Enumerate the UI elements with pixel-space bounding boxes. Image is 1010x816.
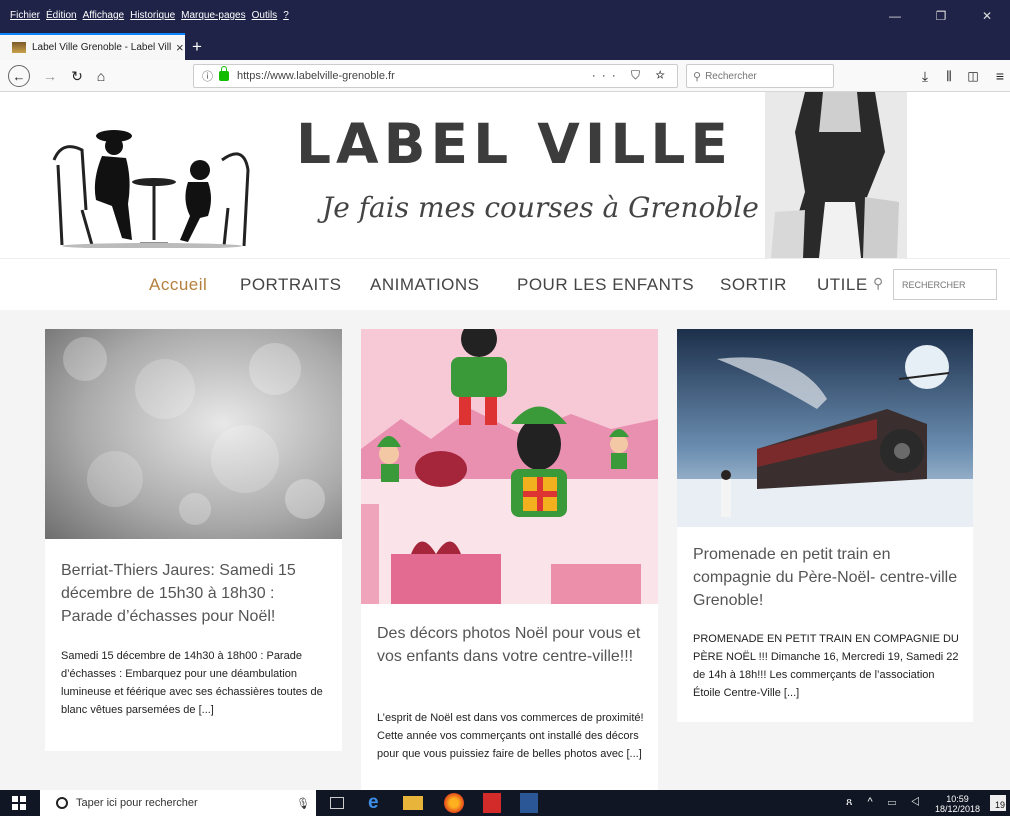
nav-pour-les-enfants[interactable]: POUR LES ENFANTS [517, 275, 694, 295]
firefox-icon[interactable] [444, 793, 464, 813]
back-button[interactable]: ← [8, 65, 30, 87]
web-page: LABEL VILLE Je fais mes courses à Grenob… [0, 92, 1010, 790]
hamburger-menu-icon[interactable]: ≡ [993, 65, 1007, 87]
forward-button[interactable]: → [40, 65, 60, 87]
post-image-1[interactable] [45, 329, 342, 539]
menu-outils[interactable]: Outils [252, 10, 278, 21]
library-icon[interactable]: ⫼ [940, 65, 958, 87]
shopping-woman-image [765, 92, 907, 258]
post-excerpt-3: PROMENADE EN PETIT TRAIN EN COMPAGNIE DU… [693, 633, 959, 699]
info-icon[interactable]: ⓘ [202, 68, 213, 84]
start-button[interactable] [0, 790, 38, 816]
post-card-3[interactable]: Promenade en petit train en compagnie du… [677, 329, 973, 722]
cafe-logo-image [52, 130, 250, 248]
post-image-3[interactable] [677, 329, 973, 527]
windows-taskbar: Taper ici pour rechercher 🎙 e ጸ ^ ▭ ◁ 10… [0, 790, 1010, 816]
url-bar[interactable]: ⓘ https://www.labelville-grenoble.fr ···… [193, 64, 678, 88]
clock-date: 18/12/2018 [934, 804, 980, 814]
acrobat-icon[interactable] [483, 793, 501, 813]
site-search-input[interactable] [893, 269, 997, 300]
menu-help[interactable]: ? [283, 10, 289, 21]
restore-icon[interactable]: ❐ [918, 0, 964, 32]
edge-icon[interactable]: e [368, 793, 388, 813]
post-card-2[interactable]: Des décors photos Noël pour vous et vos … [361, 329, 658, 790]
new-tab-button[interactable]: + [192, 37, 202, 57]
notification-count: 19 [994, 800, 1005, 810]
page-actions[interactable]: ··· ⛉ ☆ [592, 68, 671, 83]
post-excerpt-2: L’esprit de Noël est dans vos commerces … [377, 712, 644, 760]
clock-time: 10:59 [946, 794, 969, 804]
browser-search-input[interactable] [705, 70, 826, 82]
post-title-3[interactable]: Promenade en petit train en compagnie du… [693, 543, 958, 612]
windows-logo-icon [12, 796, 26, 810]
close-window-icon[interactable]: ✕ [964, 0, 1010, 32]
url-text[interactable]: https://www.labelville-grenoble.fr [237, 70, 395, 82]
cortana-icon [56, 797, 68, 809]
site-favicon-icon [12, 42, 26, 53]
nav-accueil[interactable]: Accueil [149, 275, 207, 295]
post-excerpt-1: Samedi 15 décembre de 14h30 à 18h00 : Pa… [61, 650, 323, 716]
post-title-2[interactable]: Des décors photos Noël pour vous et vos … [377, 622, 642, 668]
download-icon[interactable]: ⤓ [916, 65, 934, 87]
browser-search[interactable]: ⚲ [686, 64, 834, 88]
nav-portraits[interactable]: PORTRAITS [240, 275, 341, 295]
menu-marque-pages[interactable]: Marque-pages [181, 10, 245, 21]
reload-button[interactable]: ↻ [68, 65, 86, 87]
menu-fichier[interactable]: Fichier [10, 10, 40, 21]
site-title: LABEL VILLE [296, 112, 733, 176]
nav-toolbar: ← → ↻ ⌂ ⓘ https://www.labelville-grenobl… [0, 60, 1010, 92]
menu-bar: Fichier Édition Affichage Historique Mar… [0, 0, 1010, 32]
site-nav: Accueil PORTRAITS ANIMATIONS POUR LES EN… [0, 258, 1010, 310]
search-icon: ⚲ [693, 70, 702, 83]
file-explorer-icon[interactable] [403, 796, 423, 810]
word-icon[interactable] [520, 793, 538, 813]
home-button[interactable]: ⌂ [92, 65, 110, 87]
sidebar-icon[interactable]: ◫ [964, 65, 982, 87]
mic-icon[interactable]: 🎙 [296, 797, 310, 810]
taskbar-search-placeholder[interactable]: Taper ici pour rechercher [76, 797, 198, 809]
nav-utile[interactable]: UTILE [817, 275, 868, 295]
tab-label-ville[interactable]: Label Ville Grenoble - Label Vill × [0, 33, 185, 60]
nav-animations[interactable]: ANIMATIONS [370, 275, 480, 295]
lock-icon[interactable] [219, 66, 229, 81]
post-title-1[interactable]: Berriat-Thiers Jaures: Samedi 15 décembr… [61, 559, 326, 628]
menu-affichage[interactable]: Affichage [83, 10, 125, 21]
notification-icon[interactable]: 19 [990, 795, 1006, 811]
nav-sortir[interactable]: SORTIR [720, 275, 787, 295]
tab-title: Label Ville Grenoble - Label Vill [32, 42, 172, 53]
system-tray-icons[interactable]: ጸ ^ ▭ ◁ [846, 796, 926, 809]
site-subtitle: Je fais mes courses à Grenoble [322, 191, 759, 224]
menu-historique[interactable]: Historique [130, 10, 175, 21]
tab-close-icon[interactable]: × [176, 40, 184, 55]
post-image-2[interactable] [361, 329, 658, 604]
menu-edition[interactable]: Édition [46, 10, 77, 21]
clock[interactable]: 10:59 18/12/2018 [935, 794, 980, 814]
post-card-1[interactable]: Berriat-Thiers Jaures: Samedi 15 décembr… [45, 329, 342, 751]
taskbar-search[interactable]: Taper ici pour rechercher 🎙 [40, 790, 316, 816]
site-header: LABEL VILLE Je fais mes courses à Grenob… [0, 92, 1010, 258]
window-controls: — ❐ ✕ [872, 0, 1010, 32]
tab-strip: Label Ville Grenoble - Label Vill × + [0, 32, 1010, 60]
site-search-icon[interactable]: ⚲ [873, 275, 883, 292]
task-view-icon[interactable] [330, 797, 344, 809]
minimize-icon[interactable]: — [872, 0, 918, 32]
